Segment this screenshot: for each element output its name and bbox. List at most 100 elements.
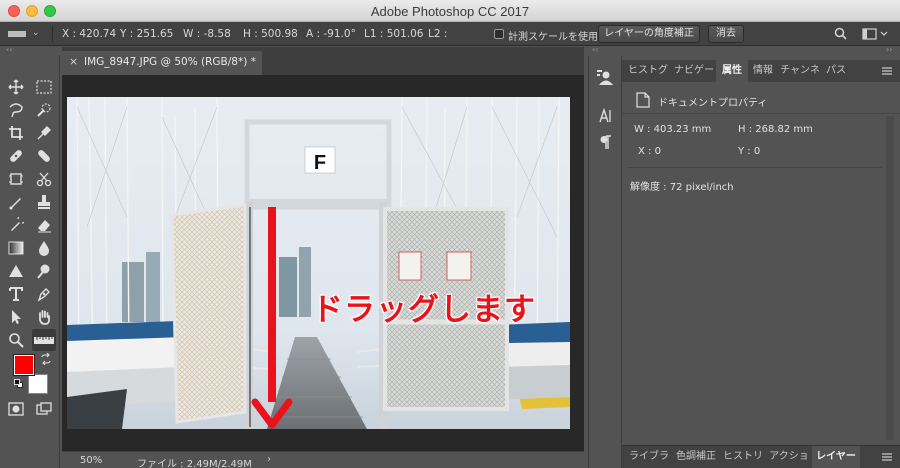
- checkbox-label: 計測スケールを使用: [508, 32, 598, 43]
- bandage-icon: [10, 150, 22, 162]
- type-tool[interactable]: [4, 283, 28, 305]
- marquee-tool[interactable]: [32, 76, 56, 98]
- tab-navigator[interactable]: ナビゲー: [672, 60, 716, 82]
- search-icon[interactable]: [834, 27, 847, 40]
- pencil-tool[interactable]: [4, 191, 28, 213]
- panel-menu-icon[interactable]: [882, 67, 892, 75]
- history-brush-tool[interactable]: [4, 214, 28, 236]
- workspace-switcher-icon[interactable]: [862, 28, 890, 40]
- rect-marquee-icon: [36, 80, 52, 94]
- document-tab-bar: × IMG_8947.JPG @ 50% (RGB/8*) *: [62, 47, 584, 75]
- move-tool[interactable]: [4, 76, 28, 98]
- doc-y: Y : 0: [738, 146, 761, 157]
- foreground-color-swatch[interactable]: [13, 354, 35, 376]
- swap-colors-icon[interactable]: [40, 352, 52, 366]
- tab-adjustments[interactable]: 色調補正: [672, 446, 720, 468]
- stamp-icon: [38, 195, 50, 209]
- file-size-info: ファイル : 2.49M/2.49M: [137, 459, 252, 468]
- scissors-icon: [36, 172, 52, 187]
- ruler-icon: [34, 337, 54, 344]
- ruler-tool[interactable]: [32, 329, 56, 351]
- blur-tool[interactable]: [32, 237, 56, 259]
- tab-libraries[interactable]: ライブラ: [626, 446, 672, 468]
- zoom-level[interactable]: 50%: [80, 455, 102, 466]
- clear-button[interactable]: 消去: [708, 25, 744, 43]
- quick-selection-tool[interactable]: [32, 99, 56, 121]
- brush-tool[interactable]: [32, 145, 56, 167]
- lasso-tool[interactable]: [4, 99, 28, 121]
- properties-header: ドキュメントプロパティ: [622, 86, 900, 114]
- options-bar: ⌄ X : 420.74 Y : 251.65 W : -8.58 H : 50…: [0, 22, 900, 46]
- tab-histogram[interactable]: ヒストグ: [626, 60, 670, 82]
- screen-mode-icon: [36, 402, 52, 415]
- healing-brush-tool[interactable]: [4, 145, 28, 167]
- panel-scrollbar[interactable]: [886, 116, 894, 440]
- h-readout: H : 500.98: [243, 28, 298, 40]
- lasso-icon: [9, 103, 23, 118]
- close-tab-icon[interactable]: ×: [69, 55, 78, 68]
- background-color-swatch[interactable]: [28, 374, 48, 394]
- pen-icon: [37, 288, 50, 302]
- bottom-panel-tabs: ライブラ 色調補正 ヒストリ アクショ レイヤー: [622, 445, 900, 468]
- angle-readout: A : -91.0°: [306, 28, 356, 40]
- doc-height: H : 268.82 mm: [738, 124, 813, 135]
- panel-tabs: ヒストグ ナビゲー 属性 情報 チャンネ パス: [622, 60, 900, 82]
- collapse-left-icon[interactable]: ‹‹: [6, 45, 12, 54]
- eraser-tool[interactable]: [32, 214, 56, 236]
- hand-tool[interactable]: [32, 306, 56, 328]
- tab-history[interactable]: ヒストリ: [720, 446, 766, 468]
- gate-sign-letter: F: [314, 152, 326, 174]
- straighten-layer-button[interactable]: レイヤーの角度補正: [598, 25, 700, 43]
- status-bar: 50% ファイル : 2.49M/2.49M ›: [62, 451, 584, 468]
- document-tab[interactable]: × IMG_8947.JPG @ 50% (RGB/8*) *: [62, 51, 262, 75]
- divider: [628, 167, 882, 168]
- eyedropper-icon: [37, 126, 51, 140]
- frame-tool[interactable]: [4, 168, 28, 190]
- eyedropper-tool[interactable]: [32, 122, 56, 144]
- pen-tool[interactable]: [32, 283, 56, 305]
- quick-mask-button[interactable]: [4, 398, 28, 420]
- doc-width: W : 403.23 mm: [634, 124, 712, 135]
- crop-tool[interactable]: [4, 122, 28, 144]
- collapse-right-icon[interactable]: ››: [886, 45, 892, 54]
- gradient-tool[interactable]: [4, 237, 28, 259]
- doc-x: X : 0: [638, 146, 661, 157]
- hand-icon: [39, 310, 50, 325]
- w-readout: W : -8.58: [183, 28, 231, 40]
- tab-layers[interactable]: レイヤー: [812, 446, 860, 468]
- dodge-icon: [37, 264, 50, 279]
- document-icon: [636, 92, 650, 108]
- tools-panel: [0, 55, 60, 468]
- tab-paths[interactable]: パス: [824, 60, 848, 82]
- gradient-icon: [8, 241, 24, 255]
- history-brush-icon: [11, 217, 24, 231]
- sponge-tool[interactable]: [32, 260, 56, 282]
- move-icon: [8, 79, 24, 95]
- paragraph-icon[interactable]: [596, 132, 616, 152]
- brush-icon: [9, 198, 21, 210]
- document-canvas[interactable]: F ドラッグします: [62, 75, 584, 451]
- checkbox-box[interactable]: [494, 29, 504, 39]
- default-colors-icon[interactable]: [14, 379, 24, 389]
- content-aware-move-tool[interactable]: [32, 168, 56, 190]
- dodge-tool[interactable]: [4, 260, 28, 282]
- bottom-panel-menu-icon[interactable]: [882, 453, 892, 461]
- properties-title: ドキュメントプロパティ: [658, 98, 768, 109]
- zoom-tool[interactable]: [4, 329, 28, 351]
- tab-properties[interactable]: 属性: [716, 60, 748, 82]
- tool-preset-picker[interactable]: ⌄: [8, 28, 44, 40]
- tab-actions[interactable]: アクショ: [766, 446, 812, 468]
- path-selection-tool[interactable]: [4, 306, 28, 328]
- l2-readout: L2 :: [428, 28, 448, 40]
- workspace-icon[interactable]: [596, 68, 616, 88]
- properties-panel: ヒストグ ナビゲー 属性 情報 チャンネ パス ドキュメントプロパティ W : …: [622, 56, 900, 468]
- tab-info[interactable]: 情報: [750, 60, 776, 82]
- status-menu-arrow[interactable]: ›: [267, 454, 271, 465]
- clone-stamp-tool[interactable]: [32, 191, 56, 213]
- collapse-dock-icon[interactable]: ‹‹: [592, 45, 598, 54]
- character-icon[interactable]: [596, 106, 616, 126]
- tab-channels[interactable]: チャンネ: [778, 60, 822, 82]
- screen-mode-button[interactable]: [32, 398, 56, 420]
- quick-selection-icon: [37, 103, 51, 117]
- x-readout: X : 420.74: [62, 28, 117, 40]
